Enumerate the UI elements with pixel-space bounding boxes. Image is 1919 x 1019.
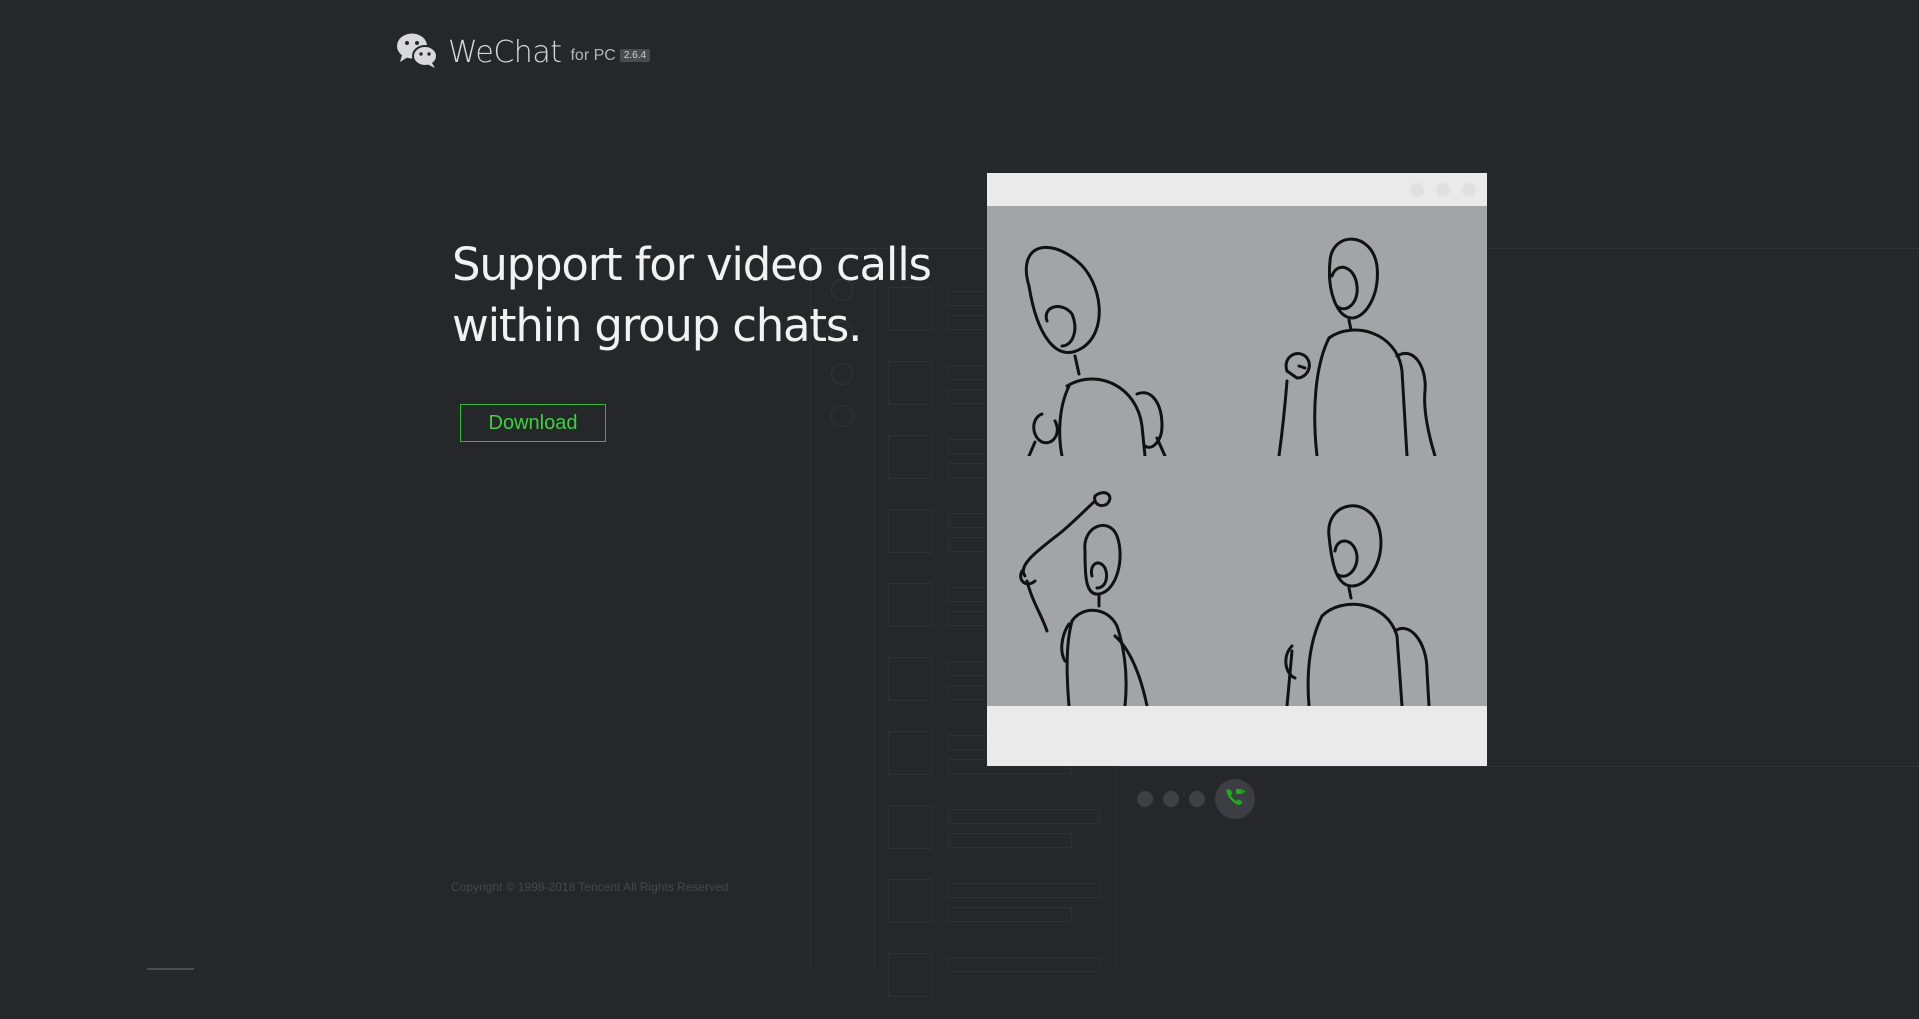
page-headline: Support for video calls within group chat…	[452, 234, 972, 356]
app-subtitle: for PC	[570, 47, 616, 64]
background-chat-item	[874, 945, 1115, 1019]
participant-video-tile[interactable]	[1237, 456, 1487, 706]
version-badge: 2.6.4	[619, 49, 651, 62]
call-toolbar	[1137, 779, 1255, 819]
window-titlebar	[987, 173, 1487, 206]
maximize-icon[interactable]	[1436, 183, 1450, 197]
close-icon[interactable]	[1462, 183, 1476, 197]
background-chat-item	[874, 797, 1115, 871]
background-nav-icon	[831, 363, 853, 385]
toolbar-dot	[1137, 791, 1153, 807]
video-call-button[interactable]	[1215, 779, 1255, 819]
minimize-icon[interactable]	[1410, 183, 1424, 197]
video-call-window	[987, 173, 1487, 766]
participant-video-tile[interactable]	[987, 456, 1237, 706]
video-call-icon	[1224, 786, 1246, 813]
header: WeChat for PC 2.6.4	[396, 28, 651, 68]
participant-video-tile[interactable]	[1237, 206, 1487, 456]
background-nav-icon	[831, 405, 853, 427]
video-grid	[987, 206, 1487, 706]
background-chat-item	[874, 871, 1115, 945]
headline-line-1: Support for video calls	[452, 238, 932, 291]
background-sidebar	[811, 249, 875, 967]
background-divider	[1115, 766, 1919, 767]
wechat-logo-icon[interactable]	[396, 32, 438, 68]
toolbar-dot	[1163, 791, 1179, 807]
copyright-text: Copyright © 1998-2018 Tencent All Rights…	[451, 880, 729, 894]
headline-line-2: within group chats.	[452, 299, 862, 352]
participant-video-tile[interactable]	[987, 206, 1237, 456]
download-button[interactable]: Download	[460, 404, 606, 442]
app-name[interactable]: WeChat	[448, 38, 562, 68]
toolbar-dot	[1189, 791, 1205, 807]
